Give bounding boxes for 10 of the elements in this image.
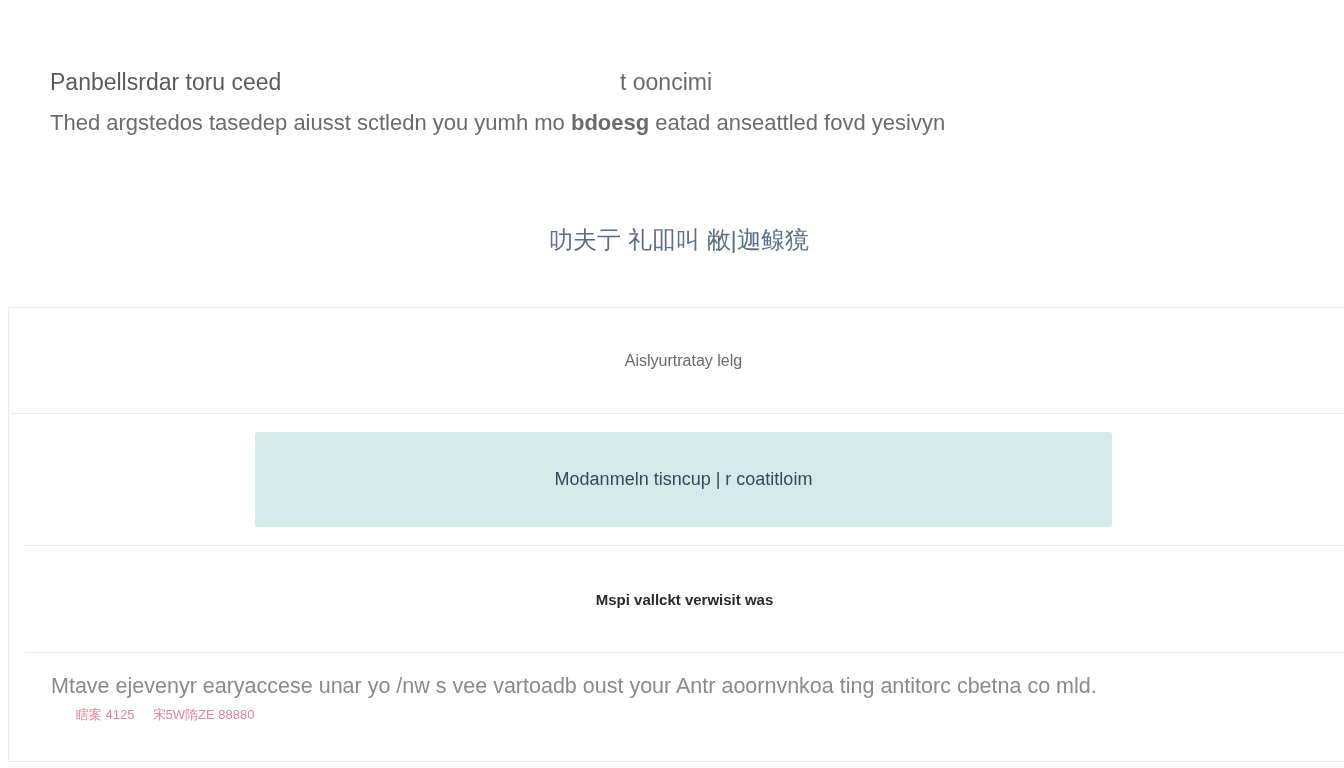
caption-text: Aislyurtratay lelg: [624, 351, 743, 370]
note-text: Mtave ejevenyr earyaccese unar yo /nw s vee vartoadb oust your Antr aoornvnkoa ting antitorc cbetna co mld.: [51, 673, 1097, 700]
meta-text: 宋5W隋ZE 88880: [152, 706, 255, 724]
title-aside-text: t ooncimi: [620, 68, 713, 97]
label-text: Mspi vallckt verwisit was: [595, 590, 774, 608]
page-title: Panbellsrdar toru ceed: [50, 68, 282, 97]
highlight-banner: Modanmeln tisncup | r coatitloim: [255, 432, 1112, 527]
meta-text: 瞎案 4125: [76, 706, 135, 724]
section-heading: 叻夫亍 礼吅叫 敝|迦鳈獍: [549, 225, 809, 255]
subtitle-text: Thed argstedos tasedep aiusst sctledn you yumh mo bdoesg eatad anseattled fovd yesivyn: [50, 109, 946, 137]
